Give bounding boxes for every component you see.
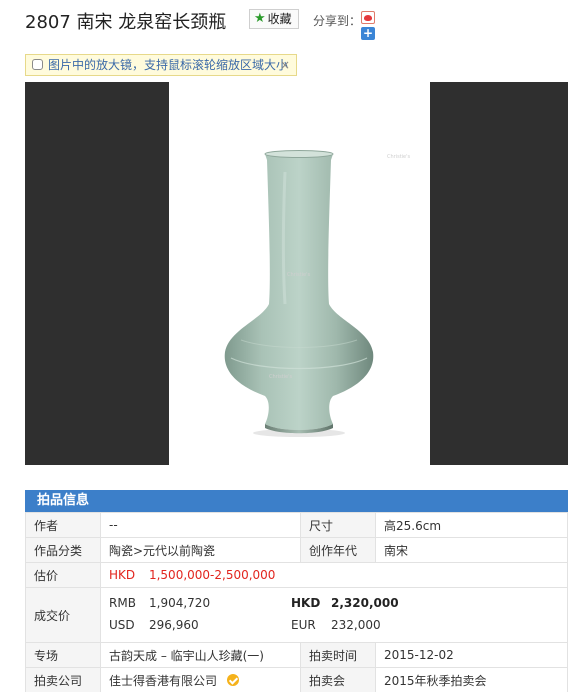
table-row: 专场 古韵天成 – 临宇山人珍藏(一) 拍卖时间 2015-12-02 bbox=[25, 642, 568, 668]
table-row: 成交价 RMB 1,904,720 HKD 2,320,000 USD 296,… bbox=[25, 587, 568, 643]
era-value: 南宋 bbox=[375, 537, 568, 563]
watermark-text: Christie's bbox=[287, 272, 311, 278]
company-name[interactable]: 佳士得香港有限公司 bbox=[109, 674, 217, 688]
company-value: 佳士得香港有限公司 bbox=[100, 667, 301, 692]
estimate-amount: 1,500,000-2,500,000 bbox=[148, 568, 276, 582]
table-row: 拍卖公司 佳士得香港有限公司 拍卖会 2015年秋季拍卖会 bbox=[25, 667, 568, 692]
weibo-share-icon[interactable] bbox=[361, 11, 375, 24]
author-value: -- bbox=[100, 512, 301, 538]
usd-currency: USD bbox=[109, 618, 135, 632]
watermark-text: Christie's bbox=[387, 154, 411, 160]
page-title: 2807 南宋 龙泉窑长颈瓶 bbox=[25, 12, 227, 33]
estimate-value: HKD 1,500,000-2,500,000 bbox=[100, 562, 568, 588]
auction-label: 拍卖会 bbox=[300, 667, 376, 692]
size-label: 尺寸 bbox=[300, 512, 376, 538]
zoom-tip-bar: 图片中的放大镜，支持鼠标滚轮缩放区域大小 × bbox=[25, 54, 297, 76]
session-value[interactable]: 古韵天成 – 临宇山人珍藏(一) bbox=[100, 642, 301, 668]
lot-info-heading: 拍品信息 bbox=[25, 490, 568, 512]
category-label: 作品分类 bbox=[25, 537, 101, 563]
share-label: 分享到： bbox=[313, 14, 362, 28]
rmb-amount: 1,904,720 bbox=[149, 596, 211, 610]
watermark-text: Christie's bbox=[269, 374, 293, 380]
deal-price-value: RMB 1,904,720 HKD 2,320,000 USD 296,960 … bbox=[100, 587, 568, 643]
eur-currency: EUR bbox=[291, 618, 316, 632]
rmb-currency: RMB bbox=[109, 596, 136, 610]
zoom-tip-text: 图片中的放大镜，支持鼠标滚轮缩放区域大小 bbox=[48, 58, 289, 72]
table-row: 作者 -- 尺寸 高25.6cm bbox=[25, 512, 568, 538]
estimate-currency: HKD bbox=[109, 568, 136, 582]
lot-info-table: 作者 -- 尺寸 高25.6cm 作品分类 陶瓷>元代以前陶瓷 创作年代 南宋 … bbox=[25, 512, 568, 692]
eur-amount: 232,000 bbox=[331, 618, 381, 632]
estimate-label: 估价 bbox=[25, 562, 101, 588]
auction-time-label: 拍卖时间 bbox=[300, 642, 376, 668]
share-icons: + bbox=[361, 11, 377, 40]
session-label: 专场 bbox=[25, 642, 101, 668]
favorite-label: 收藏 bbox=[267, 12, 292, 26]
magnifier-tip-icon bbox=[32, 59, 43, 70]
auction-value[interactable]: 2015年秋季拍卖会 bbox=[375, 667, 568, 692]
close-icon[interactable]: × bbox=[280, 55, 290, 75]
lot-info-panel: 拍品信息 作者 -- 尺寸 高25.6cm 作品分类 陶瓷>元代以前陶瓷 创作年… bbox=[25, 490, 568, 692]
star-icon: ★ bbox=[254, 11, 266, 26]
size-value: 高25.6cm bbox=[375, 512, 568, 538]
more-share-icon[interactable]: + bbox=[361, 27, 375, 40]
table-row: 作品分类 陶瓷>元代以前陶瓷 创作年代 南宋 bbox=[25, 537, 568, 563]
category-value[interactable]: 陶瓷>元代以前陶瓷 bbox=[100, 537, 301, 563]
hkd-amount: 2,320,000 bbox=[331, 596, 399, 610]
era-label: 创作年代 bbox=[300, 537, 376, 563]
image-viewer[interactable]: Christie's Christie's Christie's bbox=[25, 82, 568, 465]
lot-photo[interactable]: Christie's Christie's Christie's bbox=[169, 82, 430, 465]
table-row: 估价 HKD 1,500,000-2,500,000 bbox=[25, 562, 568, 588]
company-label: 拍卖公司 bbox=[25, 667, 101, 692]
deal-price-label: 成交价 bbox=[25, 587, 101, 643]
title-bar: 2807 南宋 龙泉窑长颈瓶 ★ 收藏 分享到： + bbox=[25, 6, 568, 40]
author-label: 作者 bbox=[25, 512, 101, 538]
verified-badge-icon bbox=[226, 673, 239, 686]
favorite-button[interactable]: ★ 收藏 bbox=[249, 9, 299, 29]
auction-time-value: 2015-12-02 bbox=[375, 642, 568, 668]
usd-amount: 296,960 bbox=[149, 618, 199, 632]
hkd-currency: HKD bbox=[291, 596, 321, 610]
